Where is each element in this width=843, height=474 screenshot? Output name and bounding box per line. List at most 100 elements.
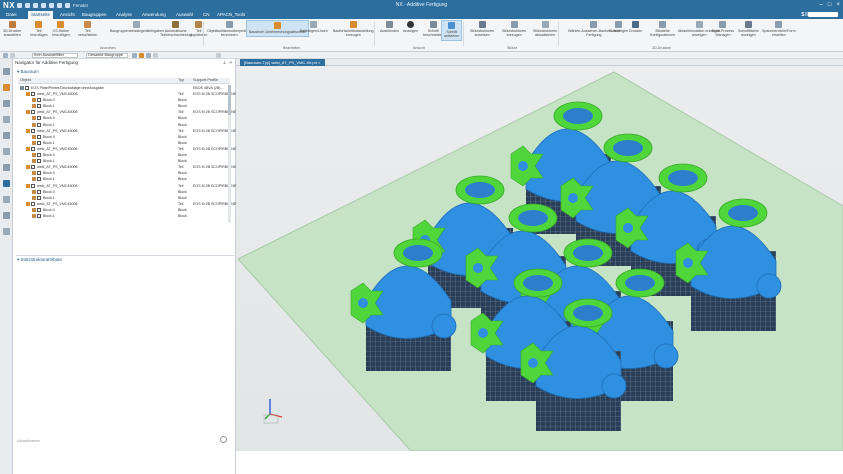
history-icon[interactable] (3, 148, 10, 155)
roles-icon[interactable] (3, 212, 10, 219)
constraint-navigator-icon[interactable] (3, 116, 10, 123)
update-supports-button[interactable]: Stützstrukturen aktualisieren (533, 21, 557, 37)
command-search-input[interactable] (808, 12, 838, 17)
collision-check-button[interactable]: Objektkollisionsüberprüfung berechnen (207, 21, 251, 37)
auto-nesting-button[interactable]: Automatische Teilverschachtelung (160, 21, 192, 37)
document-tab[interactable]: [Bauraum-Typ] weld_AT_PS_VMC-Kit.prt × (240, 59, 325, 66)
section-support-attributes[interactable]: ▾ Stützstrukturattribute (17, 257, 62, 263)
close-button[interactable]: × (836, 2, 840, 8)
tree-row-type: Block (178, 189, 187, 194)
menu-analysis[interactable]: Analyse (116, 12, 132, 17)
visibility-checkbox[interactable] (31, 165, 35, 170)
visibility-checkbox[interactable] (31, 128, 35, 133)
part-navigator-icon[interactable] (3, 68, 10, 75)
menu-application[interactable]: Anwendung (142, 12, 166, 17)
section-build-space[interactable]: ▾ Bauraum (17, 69, 39, 75)
visibility-checkbox[interactable] (31, 146, 35, 151)
section-surface-button[interactable]: Schnittfläche anzeigen (738, 21, 759, 37)
visibility-checkbox[interactable] (37, 159, 41, 164)
visibility-checkbox[interactable] (37, 177, 41, 182)
menu-file[interactable]: Datei (6, 12, 17, 17)
visibility-checkbox[interactable] (31, 201, 35, 206)
duplicate-part-button[interactable]: Teil duplizieren (190, 21, 207, 37)
visibility-checkbox[interactable] (25, 86, 29, 90)
menu-assemblies[interactable]: Baugruppen (82, 12, 107, 17)
column-type[interactable]: Typ (178, 78, 184, 82)
scrollbar-thumb[interactable] (228, 85, 231, 115)
maximize-button[interactable]: □ (828, 2, 832, 8)
refresh-icon[interactable] (220, 436, 227, 443)
attach-detach-button[interactable]: Befestigen/Lösen (300, 21, 328, 33)
visibility-checkbox[interactable] (37, 122, 41, 127)
menu-icon[interactable] (3, 53, 8, 58)
column-object[interactable]: Objekt (20, 78, 31, 82)
visibility-checkbox[interactable] (37, 207, 41, 212)
system-materials-icon[interactable] (3, 164, 10, 171)
visibility-checkbox[interactable] (37, 171, 41, 176)
reuse-library-icon[interactable] (3, 132, 10, 139)
graphics-viewport[interactable] (236, 66, 843, 451)
select-all-icon[interactable] (153, 53, 158, 58)
selection-filter-select[interactable]: Kein Auswahlfilter (32, 53, 78, 58)
add-part-button[interactable]: Teil hinzufügen (30, 21, 48, 37)
close-icon[interactable]: × (229, 60, 232, 66)
activate-section-button[interactable]: Schnitt aktivieren (441, 20, 463, 41)
palette-icon[interactable] (3, 228, 10, 235)
show-button[interactable]: Anzeigen (403, 21, 418, 33)
tree-row-name: Block.1 (43, 159, 55, 164)
visibility-checkbox[interactable] (37, 116, 41, 121)
build-progress-button[interactable]: Baufortschrittsdarstellung erzeugen (333, 21, 374, 37)
clamping-area-button[interactable]: Spannbereiche/Form erstellen (762, 21, 796, 37)
menu-view[interactable]: Ansicht (60, 12, 75, 17)
settings-icon[interactable] (216, 53, 221, 58)
visibility-checkbox[interactable] (37, 134, 41, 139)
generate-supports-button[interactable]: Stützstrukturen erzeugen (502, 21, 526, 37)
visibility-checkbox[interactable] (31, 183, 35, 188)
hide-button[interactable]: Ausblenden (380, 21, 399, 33)
curve-rule-icon[interactable] (146, 53, 151, 58)
snap-icon[interactable] (132, 53, 137, 58)
menu-apacn-tools[interactable]: APACN_Tools (217, 12, 245, 17)
bundled-configurations-button[interactable]: Bündelte Konfigurationen (650, 21, 675, 37)
viewport-tab-bar: [Bauraum-Typ] weld_AT_PS_VMC-Kit.prt × (236, 59, 843, 66)
tree-row-type: Block (178, 140, 187, 145)
block-icon (32, 98, 36, 103)
print-button[interactable]: Drucken (629, 21, 642, 33)
visibility-checkbox[interactable] (37, 213, 41, 218)
select-3d-printer-button[interactable]: 3D-Drucker auswählen (3, 21, 21, 37)
tree-row[interactable]: Block.1 Block (18, 213, 230, 219)
window-title: NX - Additive Fertigung (395, 2, 448, 8)
menu-cn[interactable]: CN (203, 12, 210, 17)
snap-point-icon[interactable] (139, 53, 144, 58)
tree-scrollbar[interactable] (228, 85, 231, 223)
pin-icon[interactable]: ⊥ (222, 60, 226, 66)
visibility-checkbox[interactable] (37, 153, 41, 158)
g-display-button[interactable]: G-Anzeigen (609, 21, 628, 33)
visibility-checkbox[interactable] (37, 98, 41, 103)
assembly-input-button[interactable]: Baugruppeneinsatzgeräteingaben (110, 21, 164, 33)
am-navigator-icon[interactable] (3, 84, 10, 91)
move-part-button[interactable]: Teil verschieben (78, 21, 97, 37)
visibility-checkbox[interactable] (37, 140, 41, 145)
eye-icon (407, 21, 414, 28)
update-label[interactable]: Aktualisieren (17, 438, 40, 443)
menu-home[interactable]: Startseite (28, 11, 54, 19)
add-cs-support-button[interactable]: CS-Stütze hinzufügen (52, 21, 70, 37)
selection-scope-select[interactable]: Gesamte Baugruppe (86, 53, 128, 58)
web-browser-icon[interactable] (3, 196, 10, 203)
assign-supports-button[interactable]: Stützstrukturen zuweisen (470, 21, 494, 37)
assembly-navigator-icon[interactable] (3, 100, 10, 107)
minimize-button[interactable]: – (820, 2, 823, 8)
process-studio-icon[interactable] (3, 180, 10, 187)
visibility-checkbox[interactable] (31, 110, 35, 115)
menu-selection[interactable]: Auswahl (176, 12, 193, 17)
visibility-checkbox[interactable] (31, 92, 35, 97)
build-process-manage-button[interactable]: Build Prozess Managen (712, 21, 734, 37)
filter-icon[interactable] (10, 53, 15, 58)
visibility-checkbox[interactable] (37, 195, 41, 200)
column-support-profile[interactable]: Support Profile (193, 78, 218, 82)
tree-row-type: Block (178, 195, 187, 200)
flange-bore (623, 223, 633, 233)
visibility-checkbox[interactable] (37, 189, 41, 194)
visibility-checkbox[interactable] (37, 104, 41, 109)
